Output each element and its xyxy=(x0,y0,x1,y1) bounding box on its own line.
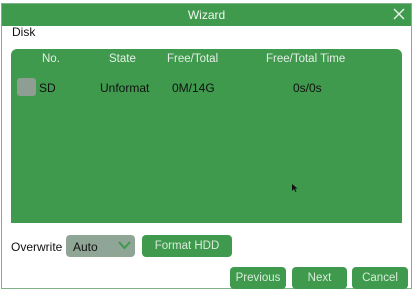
previous-button[interactable]: Previous xyxy=(230,267,286,289)
column-header-free-total-time: Free/Total Time xyxy=(266,53,346,65)
section-label-disk: Disk xyxy=(12,25,36,39)
mouse-cursor-icon xyxy=(292,184,298,192)
cell-free-total-time: 0s/0s xyxy=(293,81,322,95)
cell-no: SD xyxy=(39,81,56,95)
column-header-no: No. xyxy=(42,53,60,65)
column-header-state: State xyxy=(109,53,136,65)
format-hdd-button[interactable]: Format HDD xyxy=(142,235,232,257)
cancel-button[interactable]: Cancel xyxy=(352,267,408,289)
overwrite-label: Overwrite xyxy=(11,240,63,254)
overwrite-selected-value: Auto xyxy=(73,240,98,254)
title-bar: Wizard xyxy=(2,4,411,26)
close-icon[interactable] xyxy=(392,7,406,21)
disk-table-body: SD Unformat 0M/14G 0s/0s xyxy=(11,71,402,223)
next-button[interactable]: Next xyxy=(292,267,347,289)
chevron-down-icon xyxy=(118,241,131,250)
column-header-free-total: Free/Total xyxy=(167,53,219,65)
disk-table-header: No. State Free/Total Free/Total Time xyxy=(11,49,402,71)
dialog-title: Wizard xyxy=(187,8,226,22)
table-row[interactable]: SD Unformat 0M/14G 0s/0s xyxy=(11,73,402,101)
row-select-checkbox[interactable] xyxy=(17,78,36,96)
overwrite-select[interactable]: Auto xyxy=(66,235,135,257)
cell-state: Unformat xyxy=(100,81,150,95)
cell-free-total: 0M/14G xyxy=(172,81,215,95)
